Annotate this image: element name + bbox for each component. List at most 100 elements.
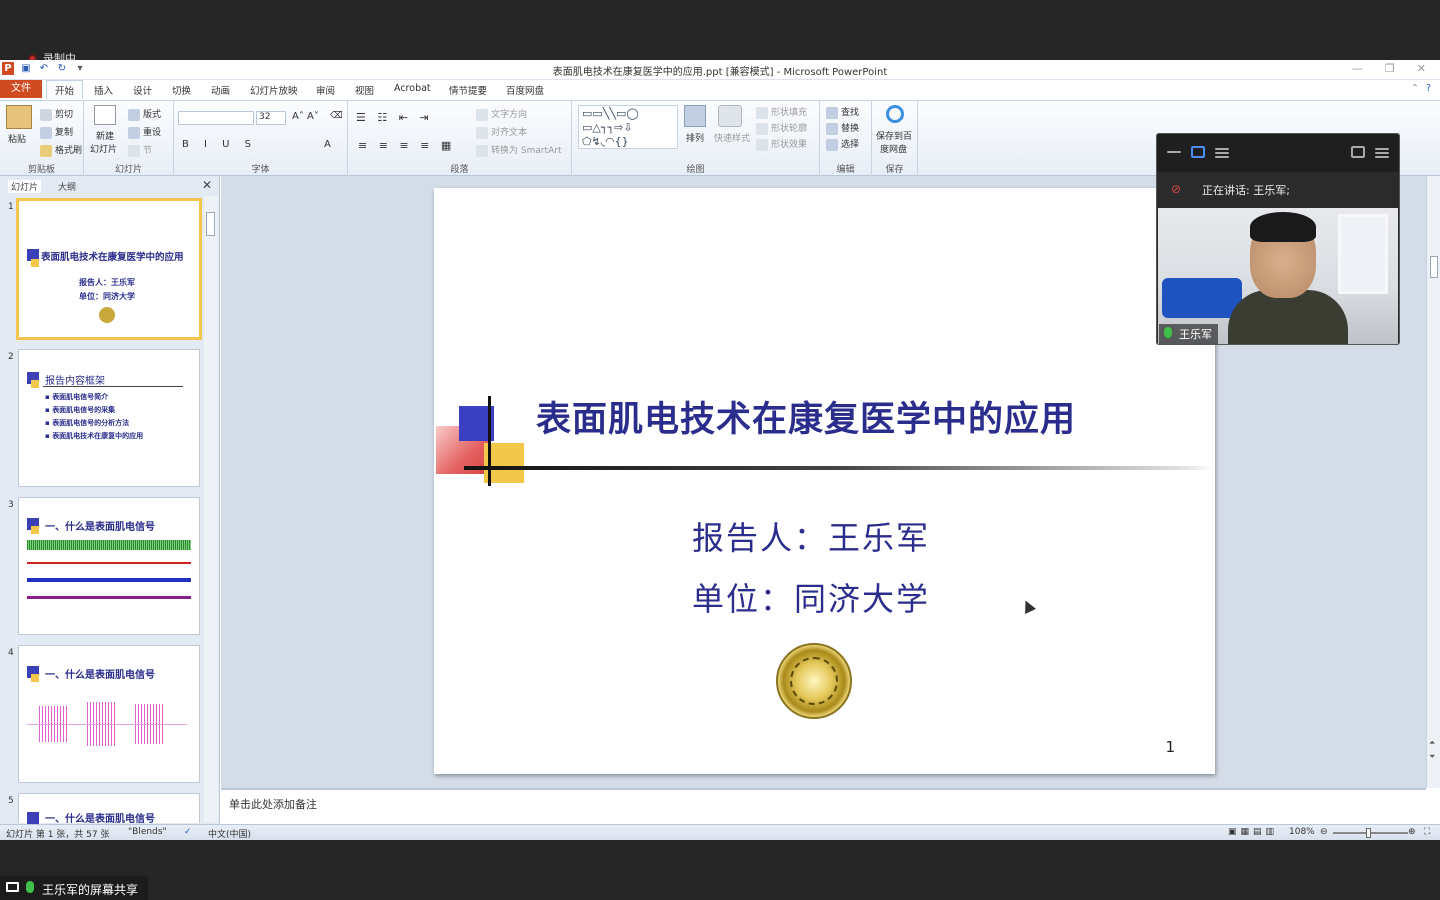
shape-effects-button[interactable]: 形状效果 <box>756 137 807 151</box>
scroll-thumb[interactable] <box>1430 256 1438 278</box>
video-panel-toolbar <box>1157 134 1399 172</box>
thumb-title: 一、什么是表面肌电信号 <box>45 814 155 825</box>
help-icon[interactable]: ? <box>1426 83 1431 94</box>
close-icon[interactable]: ✕ <box>1417 62 1426 75</box>
save-to-baidu-button[interactable]: 保存到百 <box>876 129 912 142</box>
minimize-ribbon-icon[interactable]: ⌃ <box>1411 83 1419 94</box>
slide-thumbnail-2[interactable]: 报告内容框架 ▪ 表面肌电信号简介 ▪ 表面肌电信号的采集 ▪ 表面肌电信号的分… <box>18 349 200 487</box>
tab-home[interactable]: 开始 <box>46 80 84 99</box>
tab-acrobat[interactable]: Acrobat <box>394 83 431 94</box>
new-slide-button[interactable]: 新建 <box>96 129 114 142</box>
shape-fill-button[interactable]: 形状填充 <box>756 105 807 119</box>
cut-button[interactable]: 剪切 <box>40 107 73 121</box>
tab-design[interactable]: 设计 <box>133 83 152 97</box>
font-color-icon[interactable]: A <box>324 139 331 150</box>
current-slide[interactable]: 表面肌电技术在康复医学中的应用 报告人：王乐军 单位：同济大学 1 <box>434 188 1215 774</box>
slide-thumbnail-5[interactable]: 一、什么是表面肌电信号 <box>18 793 200 825</box>
close-panel-icon[interactable]: ✕ <box>202 178 212 192</box>
shape-outline-button[interactable]: 形状轮廓 <box>756 121 807 135</box>
slide-title[interactable]: 表面肌电技术在康复医学中的应用 <box>536 391 1076 442</box>
thumb-decor <box>31 259 39 267</box>
tab-animations[interactable]: 动画 <box>211 83 230 97</box>
editor-scrollbar[interactable]: ⏶ ⏷ <box>1426 176 1440 788</box>
align-buttons[interactable]: ≡ ≡ ≡ ≡ ▦ <box>358 139 455 152</box>
thumb-title: 报告内容框架 <box>45 376 105 387</box>
group-drawing: ▭▭╲╲▭◯ ▭△┐┐⇨⇩ ⬠↯◟◠{} 排列 快速样式 形状填充 形状轮廓 形状效… <box>572 101 820 177</box>
paste-button[interactable]: 粘贴 <box>8 132 26 145</box>
tab-insert[interactable]: 插入 <box>94 83 113 97</box>
new-slide-button-2[interactable]: 幻灯片 <box>90 142 117 155</box>
arrange-button[interactable]: 排列 <box>686 131 704 144</box>
screen-share-label[interactable]: 王乐军的屏幕共享 <box>0 876 148 900</box>
save-to-baidu-button-2[interactable]: 度网盘 <box>880 142 907 155</box>
section-icon <box>128 144 140 157</box>
zoom-in-icon[interactable]: ⊕ <box>1408 827 1416 837</box>
grow-font-icon[interactable]: A˄ A˅ <box>292 111 319 122</box>
layout-button[interactable]: 版式 <box>128 107 161 121</box>
format-painter-button[interactable]: 格式刷 <box>40 143 82 157</box>
zoom-slider-knob[interactable] <box>1366 828 1371 838</box>
section-button[interactable]: 节 <box>128 143 152 157</box>
minimize-video-icon[interactable] <box>1167 151 1181 153</box>
speaker-view-icon[interactable] <box>1191 146 1205 158</box>
slide-reporter[interactable]: 报告人：王乐军 <box>692 513 930 559</box>
prev-slide-icon[interactable]: ⏶ <box>1429 738 1435 748</box>
tab-outline-panel[interactable]: 大纲 <box>58 180 76 193</box>
language-indicator[interactable]: 中文(中国) <box>208 827 251 840</box>
align-text-button[interactable]: 对齐文本 <box>476 125 527 139</box>
thumb-decor <box>27 812 39 824</box>
font-size-select[interactable]: 32 <box>256 111 286 125</box>
text-direction-button[interactable]: 文字方向 <box>476 107 527 121</box>
thumb-title: 一、什么是表面肌电信号 <box>45 670 155 681</box>
list-buttons[interactable]: ☰ ☷ ⇤ ⇥ <box>356 111 433 124</box>
thumb-baseline <box>27 724 187 725</box>
select-button[interactable]: 选择 <box>826 137 859 151</box>
thumb-number: 3 <box>8 500 14 510</box>
tab-transitions[interactable]: 切换 <box>172 83 191 97</box>
shapes-gallery[interactable]: ▭▭╲╲▭◯ ▭△┐┐⇨⇩ ⬠↯◟◠{} <box>578 105 678 149</box>
thumb-rule <box>43 386 183 387</box>
reset-button[interactable]: 重设 <box>128 125 161 139</box>
shape-effects-label: 形状效果 <box>771 140 808 150</box>
thumb-bullet: ▪ 表面肌电技术在康复中的应用 <box>45 432 144 440</box>
tab-slideshow[interactable]: 幻灯片放映 <box>250 83 298 97</box>
view-buttons[interactable]: ▣▦▤▥ <box>1228 827 1278 837</box>
clear-format-icon[interactable]: ⌫ <box>330 111 343 121</box>
gallery-view-icon[interactable] <box>1215 148 1229 150</box>
slide-page-number: 1 <box>1165 738 1175 756</box>
tab-review[interactable]: 审阅 <box>316 83 335 97</box>
replace-button[interactable]: 替换 <box>826 121 859 135</box>
pop-out-icon[interactable] <box>1351 146 1365 158</box>
notes-pane[interactable]: 单击此处添加备注 <box>221 788 1426 824</box>
font-style-buttons[interactable]: B I U S <box>182 139 257 150</box>
tab-baidu[interactable]: 百度网盘 <box>506 83 544 97</box>
minimize-icon[interactable]: — <box>1352 62 1363 75</box>
tab-slides-panel[interactable]: 幻灯片 <box>8 180 42 193</box>
outline-icon <box>756 122 768 135</box>
thumb-decor <box>31 380 39 388</box>
restore-icon[interactable]: ❐ <box>1385 62 1395 75</box>
tab-view[interactable]: 视图 <box>355 83 374 97</box>
font-group-label: 字体 <box>251 165 270 175</box>
slide-unit[interactable]: 单位：同济大学 <box>692 574 930 620</box>
find-button[interactable]: 查找 <box>826 105 859 119</box>
zoom-level[interactable]: 108% <box>1289 827 1315 837</box>
slide-thumbnail-3[interactable]: 一、什么是表面肌电信号 <box>18 497 200 635</box>
next-slide-icon[interactable]: ⏷ <box>1429 752 1435 762</box>
tab-storyboard[interactable]: 情节提要 <box>449 83 487 97</box>
slide-panel: 幻灯片 大纲 ✕ 1 表面肌电技术在康复医学中的应用 报告人：王乐军 单位：同济… <box>0 176 220 825</box>
scroll-thumb[interactable] <box>206 212 215 236</box>
copy-button[interactable]: 复制 <box>40 125 73 139</box>
zoom-out-icon[interactable]: ⊖ <box>1320 827 1328 837</box>
thumbnail-scrollbar[interactable] <box>204 196 218 822</box>
font-family-select[interactable] <box>178 111 254 125</box>
menu-icon[interactable] <box>1375 148 1389 150</box>
fit-to-window-icon[interactable]: ⛶ <box>1424 827 1430 837</box>
tab-file[interactable]: 文件 <box>0 80 42 98</box>
smartart-button[interactable]: 转换为 SmartArt <box>476 143 561 157</box>
spellcheck-icon[interactable]: ✓ <box>184 827 192 837</box>
slide-thumbnail-1[interactable]: 表面肌电技术在康复医学中的应用 报告人：王乐军 单位：同济大学 <box>16 198 202 340</box>
thumb-decor <box>31 526 39 534</box>
slide-thumbnail-4[interactable]: 一、什么是表面肌电信号 <box>18 645 200 783</box>
quick-styles-button[interactable]: 快速样式 <box>714 131 750 144</box>
